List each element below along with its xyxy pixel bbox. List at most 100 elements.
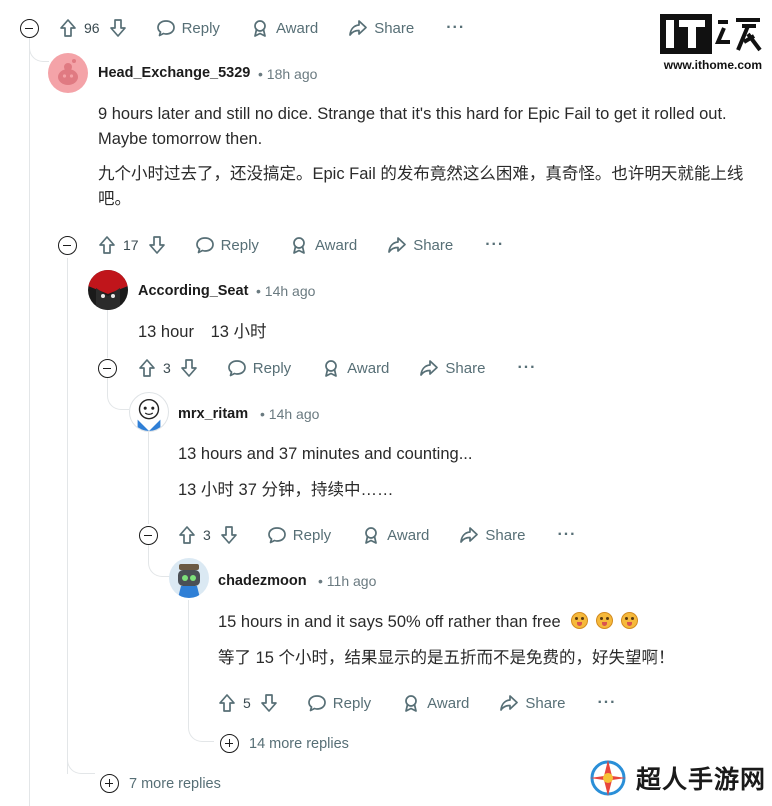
share-icon	[420, 360, 439, 376]
timestamp: • 11h ago	[318, 573, 377, 589]
share-button[interactable]: Share	[348, 18, 414, 38]
downvote-button[interactable]	[219, 525, 239, 545]
upvote-icon	[179, 526, 195, 544]
snoo-avatar-icon	[58, 59, 78, 85]
upvote-button[interactable]: 96	[58, 18, 100, 38]
timestamp: • 14h ago	[260, 406, 320, 422]
award-button[interactable]: Award	[250, 18, 318, 38]
share-label: Share	[445, 359, 486, 377]
reply-label: Reply	[252, 359, 292, 377]
share-icon	[460, 527, 479, 543]
more-icon[interactable]: ···	[446, 19, 465, 37]
username[interactable]: Head_Exchange_5329	[98, 65, 250, 81]
comment-text-en: 13 hour	[138, 323, 194, 341]
share-icon	[500, 695, 519, 711]
award-icon	[365, 527, 378, 544]
comment-text-zh: 等了 15 个小时，结果显示的是五折而不是免费的，好失望啊！	[218, 649, 675, 667]
more-icon[interactable]: ···	[557, 526, 576, 544]
share-label: Share	[374, 19, 415, 37]
upvote-button[interactable]: 3	[177, 525, 211, 545]
comment-actions-c3: 3 Reply Award Share ···	[177, 519, 576, 551]
upvote-button[interactable]: 3	[137, 358, 171, 378]
collapse-button[interactable]	[139, 526, 158, 545]
collapse-button[interactable]	[20, 19, 39, 38]
comment-text-zh: 13 小时 37 分钟，持续中……	[178, 481, 394, 499]
more-icon[interactable]: ···	[517, 359, 536, 377]
upvote-icon	[219, 694, 235, 712]
username[interactable]: chadezmoon	[218, 573, 307, 589]
more-replies-label: 14 more replies	[249, 735, 349, 752]
timestamp: • 18h ago	[258, 66, 318, 82]
award-button[interactable]: Award	[401, 693, 469, 713]
thread-line-root	[29, 38, 30, 806]
avatar[interactable]	[169, 558, 209, 598]
upvote-icon	[139, 359, 155, 377]
ithome-url: www.ithome.com	[663, 58, 762, 72]
share-button[interactable]: Share	[499, 693, 565, 713]
downvote-button[interactable]	[147, 235, 167, 255]
collapse-button[interactable]	[58, 236, 77, 255]
downvote-button[interactable]	[259, 693, 279, 713]
brand-name: 超人手游网	[636, 766, 767, 794]
comment-actions-c1: 17 Reply Award Share ···	[97, 229, 504, 261]
reply-button[interactable]: Reply	[267, 525, 331, 545]
reply-button[interactable]: Reply	[195, 235, 259, 255]
share-button[interactable]: Share	[419, 358, 485, 378]
more-icon[interactable]: ···	[485, 236, 504, 254]
downvote-icon	[148, 236, 165, 254]
award-label: Award	[347, 359, 390, 377]
award-label: Award	[427, 694, 470, 712]
timestamp-text: 14h ago	[264, 283, 316, 299]
award-icon	[254, 20, 266, 37]
downvote-icon	[109, 19, 126, 37]
drooling-face-emoji-icon	[595, 612, 613, 629]
award-button[interactable]: Award	[361, 525, 429, 545]
downvote-button[interactable]	[179, 358, 199, 378]
reply-icon	[195, 237, 214, 254]
vote-count: 3	[203, 527, 211, 543]
upvote-button[interactable]: 17	[97, 235, 139, 255]
thread-curve-c4	[148, 545, 170, 577]
downvote-icon	[220, 526, 237, 544]
expand-icon	[100, 774, 119, 793]
reply-button[interactable]: Reply	[227, 358, 291, 378]
timestamp-text: 11h ago	[326, 573, 377, 589]
award-icon	[325, 360, 338, 377]
downvote-button[interactable]	[108, 18, 128, 38]
username[interactable]: mrx_ritam	[178, 406, 248, 422]
thread-curve-more-outer	[67, 740, 95, 774]
avatar[interactable]	[48, 53, 88, 93]
more-replies-button[interactable]: 7 more replies	[100, 774, 221, 793]
username[interactable]: According_Seat	[138, 283, 248, 299]
share-button[interactable]: Share	[459, 525, 525, 545]
award-icon	[405, 695, 418, 712]
reply-icon	[267, 527, 286, 544]
collapse-button[interactable]	[98, 359, 117, 378]
vote-count: 17	[123, 237, 139, 253]
share-label: Share	[485, 526, 526, 544]
more-replies-button[interactable]: 14 more replies	[220, 734, 349, 753]
comment-text: 15 hours in and it says 50% off rather t…	[218, 610, 638, 635]
award-button[interactable]: Award	[321, 358, 389, 378]
award-label: Award	[387, 526, 430, 544]
award-button[interactable]: Award	[289, 235, 357, 255]
avatar[interactable]	[129, 392, 169, 432]
upvote-button[interactable]: 5	[217, 693, 251, 713]
reply-label: Reply	[332, 694, 372, 712]
more-icon[interactable]: ···	[597, 694, 616, 712]
vote-count: 5	[243, 695, 251, 711]
timestamp-text: 14h ago	[268, 406, 320, 422]
thread-curve-c1	[29, 38, 49, 62]
reply-label: Reply	[181, 19, 220, 37]
share-button[interactable]: Share	[387, 235, 453, 255]
avatar[interactable]	[88, 270, 128, 310]
reply-button[interactable]: Reply	[307, 693, 371, 713]
reply-label: Reply	[220, 236, 259, 254]
timestamp: • 14h ago	[256, 283, 316, 299]
comment-text-en: 9 hours later and still no dice. Strange…	[98, 105, 727, 148]
comment-text-en: 13 hours and 37 minutes and counting...	[178, 445, 473, 463]
reply-icon	[307, 695, 326, 712]
reply-button[interactable]: Reply	[156, 18, 220, 38]
share-label: Share	[413, 236, 454, 254]
brand-logo-icon	[590, 760, 626, 796]
